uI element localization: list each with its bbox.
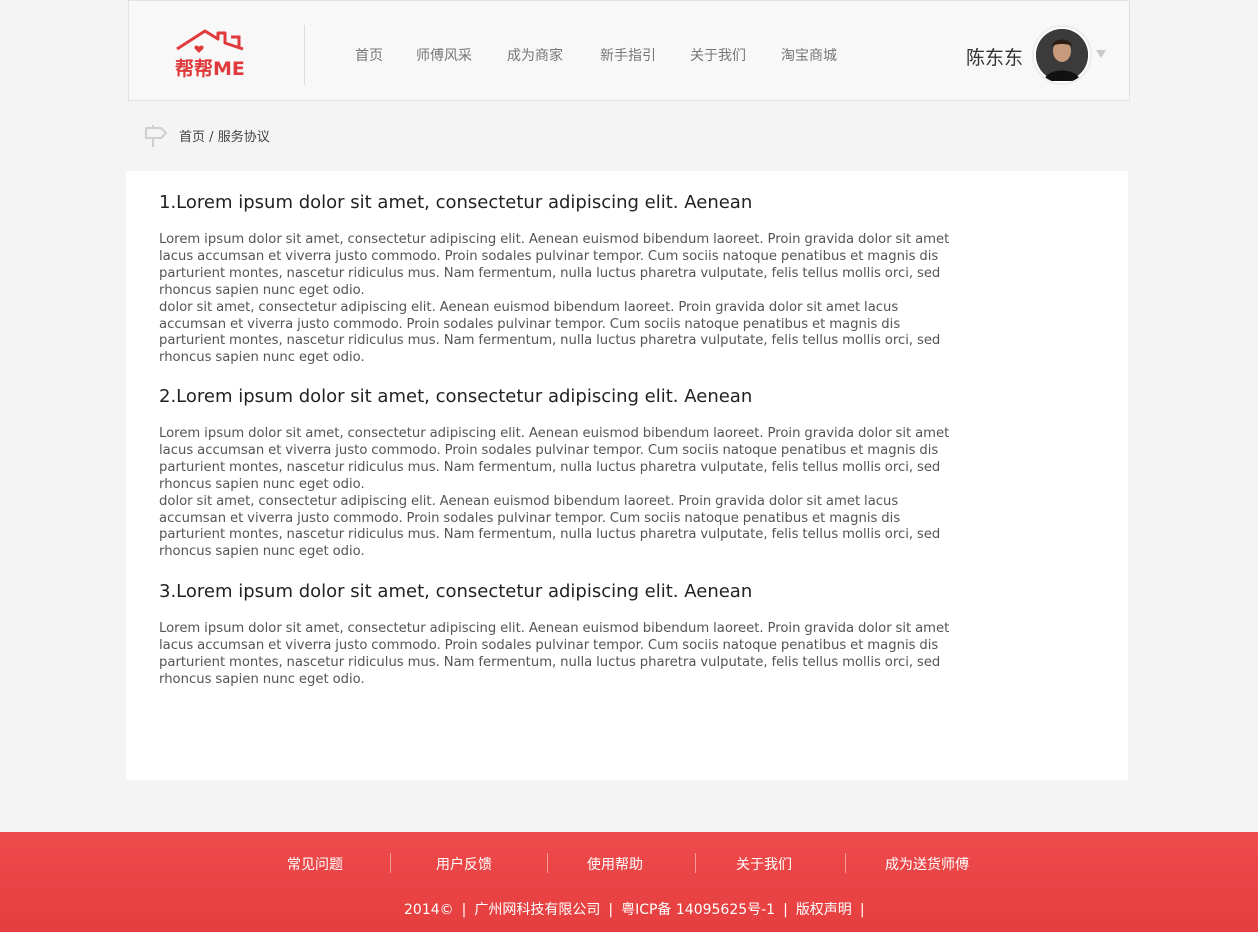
nav-taobao-mall[interactable]: 淘宝商城 [781, 45, 837, 65]
footer-link-faq[interactable]: 常见问题 [287, 854, 343, 874]
site-header: 帮帮ME 首页 师傅风采 成为商家 新手指引 关于我们 淘宝商城 陈东东 [128, 0, 1130, 101]
paragraph-text: dolor sit amet, consectetur adipiscing e… [159, 299, 941, 366]
nav-become-merchant[interactable]: 成为商家 [507, 45, 563, 65]
company-name: 广州网科技有限公司 [474, 902, 601, 918]
breadcrumb-current: 服务协议 [217, 130, 270, 145]
paragraph-text: Lorem ipsum dolor sit amet, consectetur … [159, 426, 950, 492]
section-paragraph: Lorem ipsum dolor sit amet, consectetur … [159, 232, 964, 367]
icp-number[interactable]: 粤ICP备 14095625号-1 [621, 902, 775, 918]
user-avatar-icon [1036, 29, 1088, 81]
copyright-notice-link[interactable]: 版权声明 [796, 902, 852, 918]
footer-link-about[interactable]: 关于我们 [736, 854, 792, 874]
nav-home[interactable]: 首页 [355, 45, 383, 65]
house-logo-icon: 帮帮ME [175, 29, 245, 80]
nav-masters[interactable]: 师傅风采 [416, 45, 472, 65]
logo-text: 帮帮ME [175, 57, 245, 79]
avatar[interactable] [1032, 25, 1092, 85]
breadcrumb-home[interactable]: 首页 [179, 130, 205, 145]
section-paragraph: Lorem ipsum dolor sit amet, consectetur … [159, 426, 964, 561]
section-title: 3.Lorem ipsum dolor sit amet, consectetu… [159, 581, 753, 602]
nav-about-us[interactable]: 关于我们 [690, 45, 746, 65]
agreement-content: 1.Lorem ipsum dolor sit amet, consectetu… [126, 171, 1128, 780]
agreement-section-1: 1.Lorem ipsum dolor sit amet, consectetu… [159, 191, 969, 367]
copyright-separator: | [783, 902, 788, 918]
paragraph-text: Lorem ipsum dolor sit amet, consectetur … [159, 232, 950, 298]
footer-divider [845, 853, 846, 873]
site-footer: 常见问题 用户反馈 使用帮助 关于我们 成为送货师傅 2014© | 广州网科技有限… [0, 832, 1258, 932]
agreement-section-2: 2.Lorem ipsum dolor sit amet, consectetu… [159, 385, 969, 561]
site-logo[interactable]: 帮帮ME [173, 27, 247, 80]
footer-divider [695, 853, 696, 873]
copyright-year: 2014© [404, 902, 454, 918]
section-title: 1.Lorem ipsum dolor sit amet, consectetu… [159, 192, 753, 213]
breadcrumb-trail: 首页 / 服务协议 [179, 126, 270, 145]
nav-beginner-guide[interactable]: 新手指引 [600, 45, 656, 65]
footer-links: 常见问题 用户反馈 使用帮助 关于我们 成为送货师傅 [0, 854, 1258, 876]
paragraph-text: Lorem ipsum dolor sit amet, consectetur … [159, 621, 950, 687]
logo-divider [304, 25, 305, 85]
agreement-section-3: 3.Lorem ipsum dolor sit amet, consectetu… [159, 580, 969, 689]
copyright-separator: | [859, 902, 865, 918]
copyright-separator: | [608, 902, 614, 918]
user-menu-chevron-down-icon[interactable] [1096, 50, 1106, 58]
footer-copyright: 2014© | 广州网科技有限公司 | 粤ICP备 14095625号-1 | 版权声明 | [404, 899, 873, 919]
footer-link-feedback[interactable]: 用户反馈 [436, 854, 492, 874]
footer-divider [547, 853, 548, 873]
signpost-icon [145, 125, 168, 147]
section-title: 2.Lorem ipsum dolor sit amet, consectetu… [159, 386, 753, 407]
footer-link-become-courier[interactable]: 成为送货师傅 [885, 854, 969, 874]
breadcrumb-separator: / [209, 130, 214, 145]
footer-link-help[interactable]: 使用帮助 [587, 854, 643, 874]
section-paragraph: Lorem ipsum dolor sit amet, consectetur … [159, 621, 964, 689]
copyright-separator: | [461, 902, 467, 918]
user-name[interactable]: 陈东东 [966, 43, 1023, 70]
paragraph-text: dolor sit amet, consectetur adipiscing e… [159, 493, 941, 560]
footer-divider [390, 853, 391, 873]
